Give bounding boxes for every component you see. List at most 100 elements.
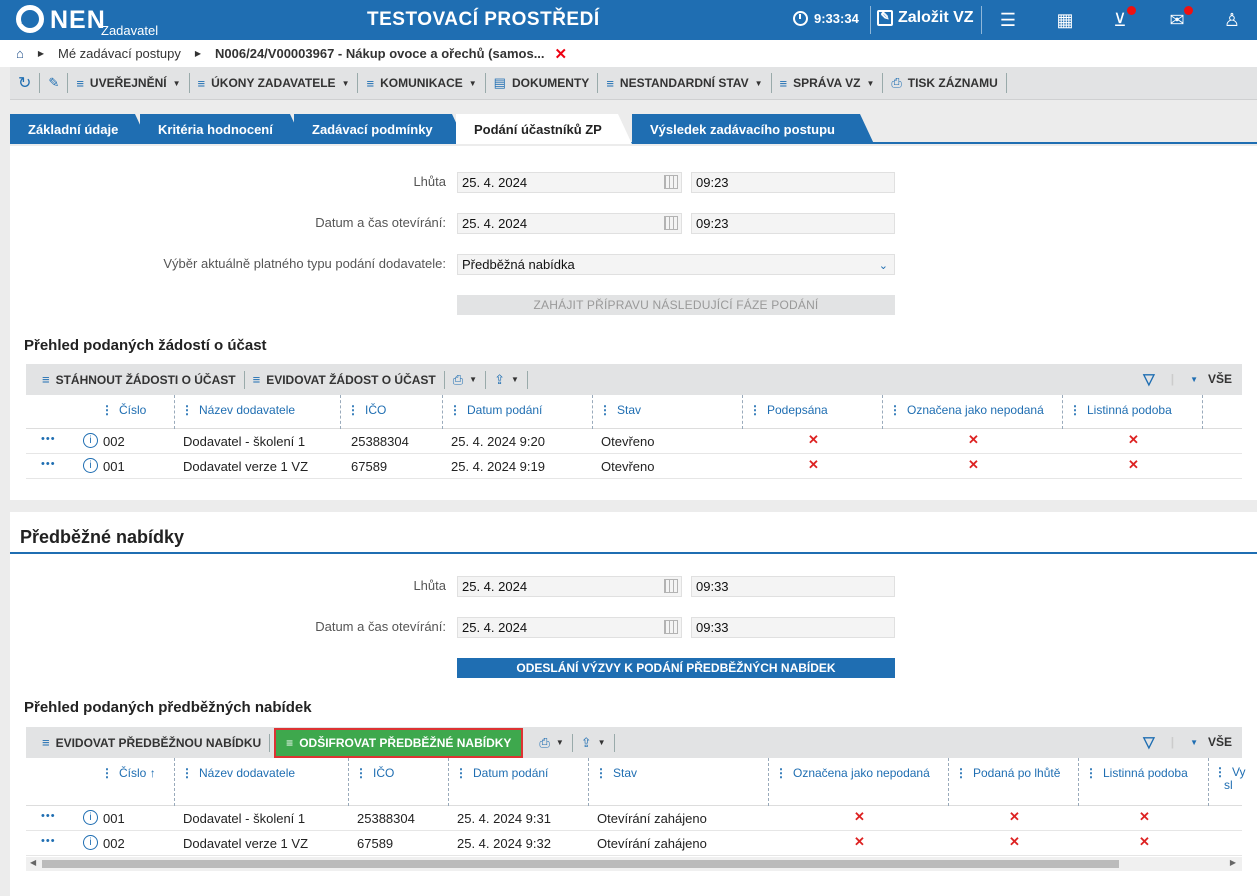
col-ico[interactable]: ⋮ IČO (355, 766, 394, 780)
print-menu-button[interactable]: ⎙ ▼ (531, 733, 573, 752)
table-row[interactable]: ••• i 001 Dodavatel - školení 1 25388304… (26, 806, 1242, 831)
register-request-button[interactable]: ≡ EVIDOVAT ŽÁDOST O ÚČAST (245, 370, 445, 389)
table-row[interactable]: ••• i 002 Dodavatel verze 1 VZ 67589 25.… (26, 831, 1242, 856)
more-icon[interactable]: ••• (41, 835, 56, 847)
menu-ukony-zadavatele[interactable]: ≡ ÚKONY ZADAVATELE ▼ (190, 73, 359, 93)
close-icon[interactable]: ✕ (555, 45, 568, 63)
view-select[interactable]: ▼ VŠE (1190, 735, 1232, 749)
horizontal-scrollbar[interactable]: ◀ ▶ (26, 857, 1242, 871)
scroll-left-icon[interactable]: ◀ (30, 858, 36, 867)
deadline-date-field[interactable]: 25. 4. 2024 (457, 576, 682, 597)
menu-dokumenty[interactable]: ▤ DOKUMENTY (486, 73, 599, 93)
opening-date-field[interactable]: 25. 4. 2024 (457, 213, 682, 234)
tab-kriteria-hodnoceni[interactable]: Kritéria hodnocení (140, 114, 304, 144)
col-nepodana[interactable]: ⋮ Označena jako nepodaná (775, 766, 930, 780)
calculator-icon[interactable]: ▦ (1055, 10, 1075, 30)
menu-nestandardni-stav[interactable]: ≡ NESTANDARDNÍ STAV ▼ (598, 73, 772, 93)
tab-vysledek[interactable]: Výsledek zadávacího postupu (632, 114, 874, 144)
print-menu-button[interactable]: ⎙ ▼ (445, 370, 487, 389)
register-offer-button[interactable]: ≡ EVIDOVAT PŘEDBĚŽNOU NABÍDKU (26, 733, 271, 752)
filter-icon[interactable]: ▽ (1143, 370, 1155, 388)
filter-icon[interactable]: ▽ (1143, 733, 1155, 751)
home-icon[interactable]: ⌂ (16, 46, 24, 61)
tab-podani-ucastniku[interactable]: Podání účastníků ZP (456, 114, 632, 144)
nen-logo[interactable]: NEN (16, 5, 106, 35)
info-icon[interactable]: i (83, 433, 98, 448)
cell-cislo: 001 (103, 459, 125, 474)
mail-icon[interactable]: ✉ (1167, 6, 1193, 30)
col-stav[interactable]: ⋮ Stav (595, 766, 637, 780)
session-timer: 9:33:34 (793, 11, 859, 26)
tab-zadavaci-podminky[interactable]: Zadávací podmínky (294, 114, 466, 144)
calendar-icon[interactable] (664, 579, 678, 593)
cross-icon: ✕ (1139, 809, 1150, 824)
col-nepodana[interactable]: ⋮ Označena jako nepodaná (889, 403, 1044, 417)
decrypt-offers-button[interactable]: ≡ ODŠIFROVAT PŘEDBĚŽNÉ NABÍDKY (274, 727, 524, 758)
scrollbar-thumb[interactable] (42, 860, 1119, 868)
refresh-button[interactable]: ↻ (10, 73, 41, 93)
download-requests-button[interactable]: ≡ STÁHNOUT ŽÁDOSTI O ÚČAST (26, 370, 245, 389)
menu-sprava-vz[interactable]: ≡ SPRÁVA VZ ▼ (772, 73, 884, 93)
divider: | (1170, 735, 1175, 749)
table-row[interactable]: ••• i 001 Dodavatel verze 1 VZ 67589 25.… (26, 454, 1242, 479)
export-menu-button[interactable]: ⇪ ▼ (486, 370, 528, 389)
col-cislo[interactable]: ⋮ Číslo (101, 403, 146, 417)
opening-time-value: 09:33 (696, 620, 729, 635)
opening-date-field[interactable]: 25. 4. 2024 (457, 617, 682, 638)
print-icon: ⎙ (891, 75, 902, 90)
info-icon[interactable]: i (83, 458, 98, 473)
tab-zakladni-udaje[interactable]: Základní údaje (10, 114, 149, 144)
col-stav[interactable]: ⋮ Stav (599, 403, 641, 417)
inbox-icon[interactable]: ⊻ (1110, 6, 1136, 30)
send-invitation-button[interactable]: ODESLÁNÍ VÝZVY K PODÁNÍ PŘEDBĚŽNÝCH NABÍ… (457, 658, 895, 678)
chevron-down-icon: ▼ (510, 375, 519, 384)
user-icon[interactable]: ♙ (1222, 10, 1242, 30)
calendar-icon[interactable] (664, 216, 678, 230)
col-nazev[interactable]: ⋮ Název dodavatele (181, 403, 295, 417)
chevron-down-icon: ▼ (597, 738, 606, 747)
table-row[interactable]: ••• i 002 Dodavatel - školení 1 25388304… (26, 429, 1242, 454)
calendar-icon[interactable] (664, 175, 678, 189)
more-icon[interactable]: ••• (41, 458, 56, 470)
more-icon[interactable]: ••• (41, 433, 56, 445)
breadcrumb-current[interactable]: N006/24/V00003967 - Nákup ovoce a ořechů… (215, 46, 545, 61)
next-phase-button[interactable]: ZAHÁJIT PŘÍPRAVU NÁSLEDUJÍCÍ FÁZE PODÁNÍ (457, 295, 895, 315)
cell-cislo: 001 (103, 811, 125, 826)
deadline-date-field[interactable]: 25. 4. 2024 (457, 172, 682, 193)
col-po-lhute[interactable]: ⋮ Podaná po lhůtě (955, 766, 1060, 780)
col-podepsana[interactable]: ⋮ Podepsána (749, 403, 828, 417)
view-select[interactable]: ▼ VŠE (1190, 372, 1232, 386)
create-vz-button[interactable]: ✎ Založit VZ (877, 9, 974, 27)
info-icon[interactable]: i (83, 835, 98, 850)
calendar-icon[interactable] (664, 620, 678, 634)
col-cislo[interactable]: ⋮ Číslo ↑ (101, 766, 156, 780)
export-menu-button[interactable]: ⇪ ▼ (573, 733, 615, 752)
col-nazev[interactable]: ⋮ Název dodavatele (181, 766, 295, 780)
menu-uverejneni[interactable]: ≡ UVEŘEJNĚNÍ ▼ (68, 73, 190, 93)
col-datum[interactable]: ⋮ Datum podání (449, 403, 542, 417)
menu-icon[interactable]: ☰ (998, 10, 1018, 30)
info-icon[interactable]: i (83, 810, 98, 825)
opening-time-value: 09:23 (696, 216, 729, 231)
col-datum[interactable]: ⋮ Datum podání (455, 766, 548, 780)
tab-bar: Základní údaje Kritéria hodnocení Zadáva… (10, 114, 1257, 144)
more-icon[interactable]: ••• (41, 810, 56, 822)
submission-type-select[interactable]: Předběžná nabídka ⌄ (457, 254, 895, 275)
opening-time-field[interactable]: 09:33 (691, 617, 895, 638)
chevron-down-icon: ▼ (754, 78, 763, 88)
list-icon: ≡ (76, 75, 84, 91)
edit-button[interactable]: ✎ (40, 73, 69, 93)
deadline-time-field[interactable]: 09:23 (691, 172, 895, 193)
opening-date-value: 25. 4. 2024 (462, 620, 528, 635)
col-ico[interactable]: ⋮ IČO (347, 403, 386, 417)
deadline-time-field[interactable]: 09:33 (691, 576, 895, 597)
breadcrumb-my-procedures[interactable]: Mé zadávací postupy (58, 46, 181, 61)
list-icon: ≡ (286, 735, 294, 750)
opening-time-field[interactable]: 09:23 (691, 213, 895, 234)
scroll-right-icon[interactable]: ▶ (1230, 858, 1236, 867)
col-listinna[interactable]: ⋮ Listinná podoba (1069, 403, 1172, 417)
menu-komunikace[interactable]: ≡ KOMUNIKACE ▼ (358, 73, 486, 93)
menu-tisk-zaznamu[interactable]: ⎙ TISK ZÁZNAMU (883, 73, 1007, 93)
col-listinna[interactable]: ⋮ Listinná podoba (1085, 766, 1188, 780)
col-vy[interactable]: ⋮ Vy sl (1214, 766, 1246, 792)
